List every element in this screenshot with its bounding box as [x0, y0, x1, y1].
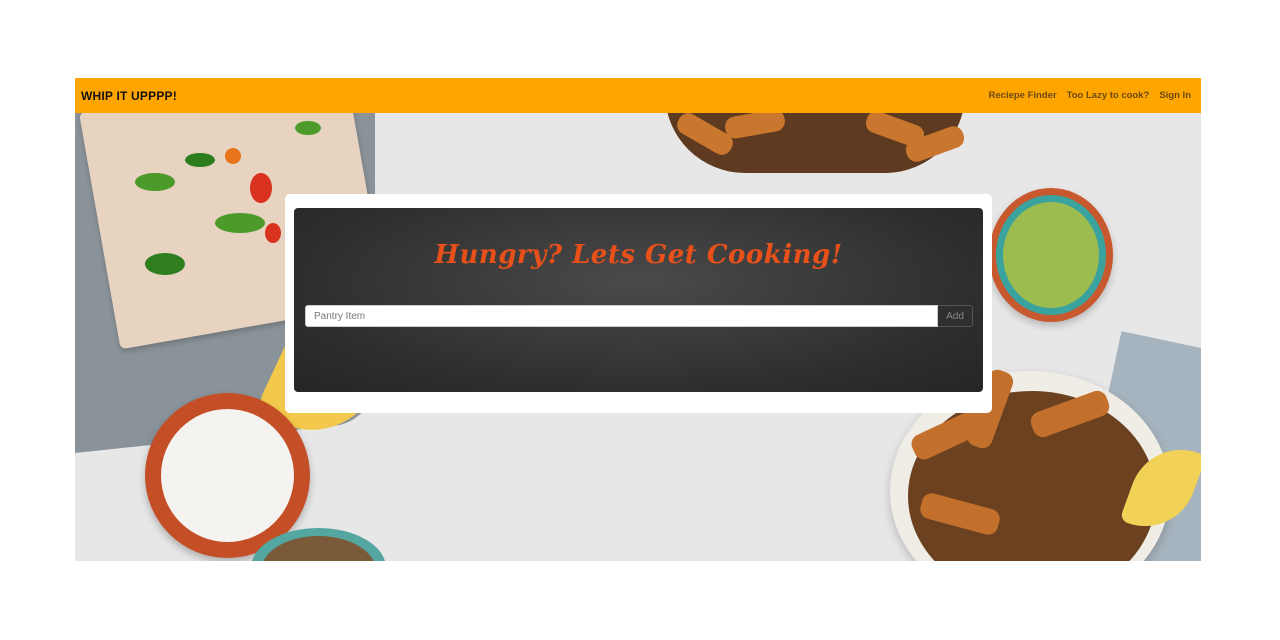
- top-navbar: WHIP IT UPPPP! Reciepe Finder Too Lazy t…: [75, 78, 1201, 113]
- decorative-herb: [145, 253, 185, 275]
- decorative-herb: [185, 153, 215, 167]
- add-button[interactable]: Add: [938, 305, 973, 327]
- decorative-carrot: [225, 148, 241, 164]
- decorative-herb: [215, 213, 265, 233]
- decorative-tomato: [265, 223, 281, 243]
- hero-section: Hungry? Lets Get Cooking! Add: [75, 113, 1201, 561]
- decorative-fries-plate: [665, 113, 967, 173]
- decorative-guacamole-bowl: [989, 188, 1113, 322]
- decorative-herb: [295, 121, 321, 135]
- decorative-tomato: [250, 173, 272, 203]
- decorative-herb: [135, 173, 175, 191]
- search-card: Hungry? Lets Get Cooking! Add: [285, 194, 992, 413]
- nav-link-recipe-finder[interactable]: Reciepe Finder: [989, 90, 1057, 101]
- nav-link-sign-in[interactable]: Sign In: [1159, 90, 1191, 101]
- brand-logo[interactable]: WHIP IT UPPPP!: [81, 89, 177, 103]
- page-frame: WHIP IT UPPPP! Reciepe Finder Too Lazy t…: [75, 78, 1201, 561]
- pantry-item-input[interactable]: [305, 305, 938, 327]
- pantry-search-row: Add: [305, 305, 973, 327]
- hero-headline: Hungry? Lets Get Cooking!: [434, 240, 843, 270]
- chalkboard-panel: Hungry? Lets Get Cooking! Add: [294, 208, 983, 392]
- nav-links: Reciepe Finder Too Lazy to cook? Sign In: [989, 90, 1191, 101]
- nav-link-too-lazy[interactable]: Too Lazy to cook?: [1067, 90, 1150, 101]
